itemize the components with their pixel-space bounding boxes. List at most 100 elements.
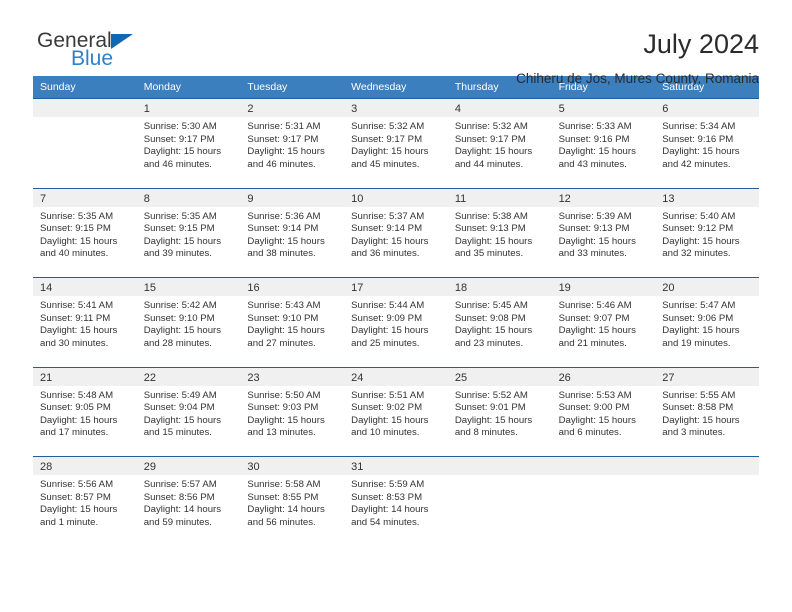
- calendar-day-cell[interactable]: 20 Sunrise: 5:47 AM Sunset: 9:06 PM Dayligh…: [655, 277, 759, 367]
- day-number: 19: [551, 278, 656, 296]
- sunset-text: Sunset: 9:17 PM: [143, 133, 215, 145]
- sunrise-text: Sunrise: 5:45 AM: [454, 300, 528, 311]
- calendar-day-cell[interactable]: 29 Sunrise: 5:57 AM Sunset: 8:56 PM Dayligh…: [136, 456, 241, 546]
- day-sun-info: Sunrise: 5:56 AM Sunset: 8:57 PM Daylight:…: [33, 475, 137, 529]
- daylight-text-line2: and 17 minutes.: [40, 427, 109, 439]
- calendar-day-cell[interactable]: 6 Sunrise: 5:34 AM Sunset: 9:16 PM Daylight…: [655, 98, 759, 188]
- calendar-day-cell-empty: [33, 98, 137, 188]
- sunrise-text: Sunrise: 5:32 AM: [454, 121, 528, 132]
- daylight-text-line1: Daylight: 15 hours: [351, 325, 429, 337]
- daylight-text-line2: and 44 minutes.: [454, 158, 524, 170]
- day-number: 17: [344, 278, 448, 296]
- day-number: 7: [33, 188, 137, 207]
- calendar-day-cell[interactable]: 27 Sunrise: 5:55 AM Sunset: 8:58 PM Dayligh…: [655, 366, 759, 456]
- daylight-text-line2: and 42 minutes.: [662, 158, 731, 170]
- calendar-day-cell[interactable]: 31 Sunrise: 5:59 AM Sunset: 8:53 PM Dayligh…: [344, 456, 448, 546]
- daylight-text-line1: Daylight: 15 hours: [558, 146, 636, 158]
- sunset-text: Sunset: 9:09 PM: [351, 312, 423, 324]
- calendar-day-cell[interactable]: 11 Sunrise: 5:38 AM Sunset: 9:13 PM Dayligh…: [447, 187, 552, 277]
- calendar-day-cell[interactable]: 15 Sunrise: 5:42 AM Sunset: 9:10 PM Dayligh…: [136, 277, 241, 367]
- daylight-text-line1: Daylight: 15 hours: [40, 325, 118, 337]
- day-number: 26: [551, 367, 656, 386]
- calendar-day-cell[interactable]: 2 Sunrise: 5:31 AM Sunset: 9:17 PM Daylight…: [240, 98, 345, 188]
- sunset-text: Sunset: 8:56 PM: [143, 491, 215, 503]
- sunrise-text: Sunrise: 5:44 AM: [351, 300, 425, 311]
- daylight-text-line1: Daylight: 15 hours: [662, 414, 740, 426]
- weekday-tuesday: Tuesday: [247, 81, 288, 93]
- calendar-day-cell[interactable]: 1 Sunrise: 5:30 AM Sunset: 9:17 PM Daylight…: [136, 98, 241, 188]
- daylight-text-line2: and 35 minutes.: [454, 248, 524, 260]
- day-sun-info: Sunrise: 5:53 AM Sunset: 9:00 PM Daylight:…: [552, 386, 656, 440]
- daylight-text-line1: Daylight: 15 hours: [247, 325, 325, 337]
- calendar-day-cell[interactable]: 26 Sunrise: 5:53 AM Sunset: 9:00 PM Dayligh…: [551, 366, 656, 456]
- daylight-text-line2: and 33 minutes.: [558, 248, 627, 260]
- sunset-text: Sunset: 9:16 PM: [558, 133, 630, 145]
- calendar-day-cell[interactable]: 9 Sunrise: 5:36 AM Sunset: 9:14 PM Daylight…: [240, 187, 345, 277]
- calendar-day-cell[interactable]: 7 Sunrise: 5:35 AM Sunset: 9:15 PM Daylight…: [33, 187, 137, 277]
- sunset-text: Sunset: 8:53 PM: [351, 491, 423, 503]
- sunset-text: Sunset: 9:13 PM: [558, 223, 630, 235]
- sunset-text: Sunset: 9:17 PM: [247, 133, 319, 145]
- day-sun-info: Sunrise: 5:30 AM Sunset: 9:17 PM Daylight:…: [137, 117, 241, 171]
- logo-text-blue: Blue: [71, 47, 114, 70]
- daylight-text-line2: and 38 minutes.: [247, 248, 316, 260]
- day-number: 27: [655, 367, 759, 386]
- sunrise-text: Sunrise: 5:31 AM: [247, 121, 321, 132]
- calendar-day-cell[interactable]: 4 Sunrise: 5:32 AM Sunset: 9:17 PM Daylight…: [447, 98, 552, 188]
- day-sun-info: Sunrise: 5:43 AM Sunset: 9:10 PM Daylight:…: [240, 296, 344, 350]
- daylight-text-line2: and 1 minute.: [40, 516, 99, 528]
- sunset-text: Sunset: 9:10 PM: [247, 312, 319, 324]
- day-sun-info: Sunrise: 5:46 AM Sunset: 9:07 PM Daylight:…: [552, 296, 656, 350]
- daylight-text-line1: Daylight: 15 hours: [143, 146, 222, 158]
- general-blue-logo[interactable]: General Blue: [33, 30, 133, 69]
- calendar-day-cell[interactable]: 3 Sunrise: 5:32 AM Sunset: 9:17 PM Daylight…: [344, 98, 448, 188]
- sunset-text: Sunset: 9:06 PM: [662, 312, 734, 324]
- daylight-text-line2: and 39 minutes.: [143, 248, 212, 260]
- day-number: 6: [655, 99, 759, 117]
- day-sun-info: Sunrise: 5:32 AM Sunset: 9:17 PM Daylight:…: [344, 117, 448, 171]
- sunset-text: Sunset: 9:10 PM: [143, 312, 215, 324]
- calendar-day-cell[interactable]: 8 Sunrise: 5:35 AM Sunset: 9:15 PM Daylight…: [136, 187, 241, 277]
- calendar-day-cell[interactable]: 12 Sunrise: 5:39 AM Sunset: 9:13 PM Dayligh…: [551, 187, 656, 277]
- calendar-day-cell[interactable]: 30 Sunrise: 5:58 AM Sunset: 8:55 PM Dayligh…: [240, 456, 345, 546]
- daylight-text-line1: Daylight: 15 hours: [143, 325, 222, 337]
- sunrise-text: Sunrise: 5:30 AM: [143, 121, 217, 132]
- calendar-day-cell[interactable]: 13 Sunrise: 5:40 AM Sunset: 9:12 PM Dayligh…: [655, 187, 759, 277]
- calendar-day-cell[interactable]: 5 Sunrise: 5:33 AM Sunset: 9:16 PM Daylight…: [551, 98, 656, 188]
- day-sun-info: Sunrise: 5:50 AM Sunset: 9:03 PM Daylight:…: [240, 386, 344, 440]
- calendar-day-cell[interactable]: 28 Sunrise: 5:56 AM Sunset: 8:57 PM Dayligh…: [33, 456, 137, 546]
- daylight-text-line1: Daylight: 15 hours: [40, 414, 118, 426]
- daylight-text-line1: Daylight: 15 hours: [351, 146, 429, 158]
- sunset-text: Sunset: 8:58 PM: [662, 402, 734, 414]
- calendar-day-cell[interactable]: 17 Sunrise: 5:44 AM Sunset: 9:09 PM Dayligh…: [344, 277, 448, 367]
- calendar-day-cell[interactable]: 22 Sunrise: 5:49 AM Sunset: 9:04 PM Dayligh…: [136, 366, 241, 456]
- calendar-day-cell[interactable]: 21 Sunrise: 5:48 AM Sunset: 9:05 PM Dayligh…: [33, 366, 137, 456]
- calendar-day-cell[interactable]: 14 Sunrise: 5:41 AM Sunset: 9:11 PM Dayligh…: [33, 277, 137, 367]
- day-sun-info: Sunrise: 5:55 AM Sunset: 8:58 PM Daylight:…: [655, 386, 759, 440]
- calendar-day-cell[interactable]: 18 Sunrise: 5:45 AM Sunset: 9:08 PM Dayligh…: [447, 277, 552, 367]
- daylight-text-line2: and 36 minutes.: [351, 248, 420, 260]
- sunrise-text: Sunrise: 5:50 AM: [247, 389, 321, 401]
- sunrise-text: Sunrise: 5:32 AM: [351, 121, 425, 132]
- calendar-day-cell[interactable]: 10 Sunrise: 5:37 AM Sunset: 9:14 PM Dayligh…: [344, 187, 448, 277]
- sunset-text: Sunset: 8:55 PM: [247, 491, 319, 503]
- sunrise-text: Sunrise: 5:36 AM: [247, 210, 321, 222]
- daylight-text-line1: Daylight: 15 hours: [454, 146, 533, 158]
- sunrise-text: Sunrise: 5:57 AM: [143, 479, 217, 490]
- sunrise-text: Sunrise: 5:35 AM: [40, 210, 114, 222]
- day-number: [33, 99, 137, 117]
- day-sun-info: Sunrise: 5:42 AM Sunset: 9:10 PM Daylight:…: [137, 296, 241, 350]
- sunset-text: Sunset: 9:00 PM: [558, 402, 630, 414]
- sunset-text: Sunset: 9:08 PM: [454, 312, 526, 324]
- calendar-day-cell[interactable]: 25 Sunrise: 5:52 AM Sunset: 9:01 PM Dayligh…: [447, 366, 552, 456]
- calendar-day-cell[interactable]: 23 Sunrise: 5:50 AM Sunset: 9:03 PM Dayligh…: [240, 366, 345, 456]
- daylight-text-line2: and 23 minutes.: [454, 337, 524, 349]
- day-number: 10: [344, 188, 448, 207]
- sunrise-text: Sunrise: 5:40 AM: [662, 210, 736, 222]
- calendar-day-cell[interactable]: 24 Sunrise: 5:51 AM Sunset: 9:02 PM Dayligh…: [344, 366, 448, 456]
- calendar-day-cell[interactable]: 19 Sunrise: 5:46 AM Sunset: 9:07 PM Dayligh…: [551, 277, 656, 367]
- sunset-text: Sunset: 9:05 PM: [40, 402, 111, 414]
- day-sun-info: Sunrise: 5:35 AM Sunset: 9:15 PM Daylight:…: [137, 207, 241, 261]
- calendar-day-cell[interactable]: 16 Sunrise: 5:43 AM Sunset: 9:10 PM Dayligh…: [240, 277, 345, 367]
- daylight-text-line2: and 19 minutes.: [662, 337, 731, 349]
